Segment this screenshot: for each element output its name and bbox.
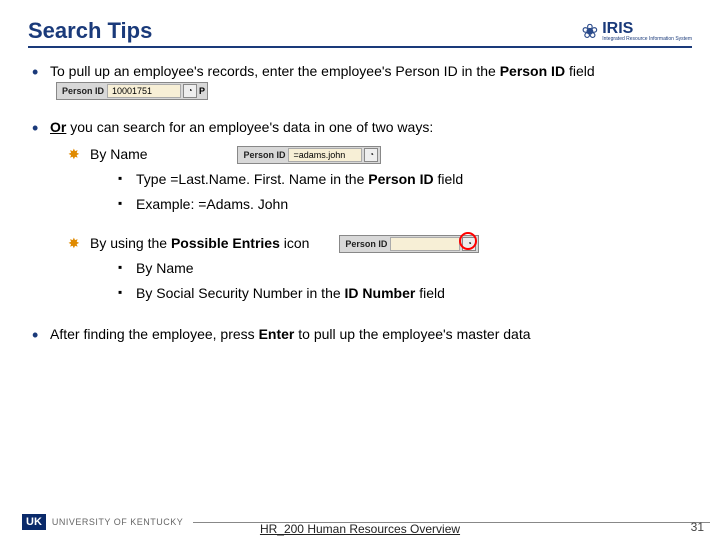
page-number: 31 [691, 520, 704, 534]
person-id-field-sample-1: Person ID 10001751 ◔ P [56, 82, 208, 100]
person-id-field-sample-2: Person ID =adams.john ◔ [237, 146, 381, 164]
bullet-1: To pull up an employee's records, enter … [28, 62, 692, 100]
person-id-field-sample-3: Person ID ◔ [339, 235, 479, 253]
bullet-2: Or you can search for an employee's data… [28, 118, 692, 303]
bullet-3: After finding the employee, press Enter … [28, 325, 692, 344]
person-id-input-sample: 10001751 [107, 84, 181, 98]
iris-brand: IRIS [602, 21, 692, 37]
example-line: Example: =Adams. John [118, 195, 692, 214]
iris-flower-icon: ❀ [581, 19, 598, 44]
dropdown-icon: ◔ [364, 148, 378, 162]
bullet-list: To pull up an employee's records, enter … [28, 62, 692, 344]
type-instruction: Type =Last.Name. First. Name in the Pers… [118, 170, 692, 189]
footer-doc-title: HR_200 Human Resources Overview [260, 522, 460, 536]
star-possible-entries: By using the Possible Entries icon Perso… [68, 234, 692, 303]
pe-by-ssn: By Social Security Number in the ID Numb… [118, 284, 692, 303]
dropdown-icon: ◔ [183, 84, 197, 98]
page-title: Search Tips [28, 18, 152, 44]
uk-logo: UK UNIVERSITY OF KENTUCKY [22, 514, 183, 530]
star-by-name: By Name Person ID =adams.john ◔ Type =La… [68, 145, 692, 214]
title-row: Search Tips ❀ IRIS Integrated Resource I… [28, 18, 692, 48]
iris-tagline: Integrated Resource Information System [602, 37, 692, 42]
pe-by-name: By Name [118, 259, 692, 278]
iris-logo: ❀ IRIS Integrated Resource Information S… [581, 19, 692, 44]
